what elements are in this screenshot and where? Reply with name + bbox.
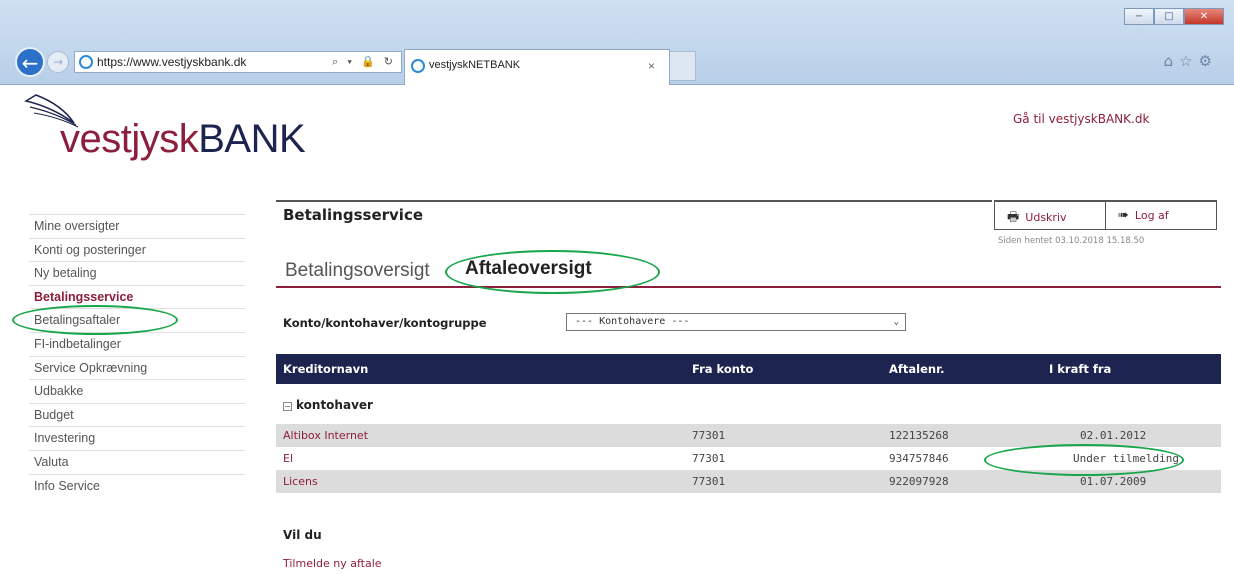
browser-chrome: − □ ✕ ← → https://www.vestjyskbank.dk ⌕ … [0,0,1234,85]
header-fra-konto[interactable]: Fra konto [692,354,889,384]
forward-button[interactable]: → [47,51,69,73]
title-divider [276,200,992,202]
sidebar-item-betalingsservice[interactable]: Betalingsservice [29,284,245,309]
table-row: El 77301 934757846 Under tilmelding [276,447,1221,470]
filter-selected-value: --- Kontohavere --- [575,316,690,327]
tab-divider [276,286,1221,288]
chevron-down-icon: ⌄ [893,317,899,327]
new-agreement-link[interactable]: Tilmelde ny aftale [283,557,382,570]
creditor-link[interactable]: El [276,447,692,470]
sidebar-item-service-opkraevning[interactable]: Service Opkrævning [29,355,245,380]
printer-icon: 🖶 [1007,210,1020,225]
page-title: Betalingsservice [283,206,424,224]
minimize-button[interactable]: − [1124,8,1154,25]
logout-label: Log af [1134,209,1169,222]
print-button[interactable]: 🖶 Udskriv [995,202,1106,229]
agreement-number: 122135268 [889,429,949,442]
sidebar-item-fi-indbetalinger[interactable]: FI-indbetalinger [29,331,245,356]
ie-tab-icon [411,59,425,73]
filter-label: Konto/kontohaver/kontogruppe [283,316,487,330]
arrow-right-icon: → [52,55,64,69]
from-account: 77301 [692,475,726,488]
vil-du-heading: Vil du [283,528,322,542]
sidebar-item-info-service[interactable]: Info Service [29,473,245,498]
address-bar[interactable]: https://www.vestjyskbank.dk ⌕ ▾ 🔒 ↻ [74,51,402,73]
sidebar-nav: Mine oversigter Konti og posteringer Ny … [29,214,245,497]
ie-page-icon [79,55,93,69]
sidebar-item-valuta[interactable]: Valuta [29,449,245,474]
browser-tool-icons[interactable]: ⌂☆⚙ [1164,52,1218,70]
agreement-number: 922097928 [889,475,949,488]
sidebar-item-betalingsaftaler[interactable]: Betalingsaftaler [29,308,245,332]
collapse-icon[interactable]: − [283,402,292,411]
from-account: 77301 [692,429,726,442]
back-button[interactable]: ← [15,47,45,77]
agreement-number: 934757846 [889,452,949,465]
maximize-button[interactable]: □ [1154,8,1184,25]
header-i-kraft-fra[interactable]: I kraft fra [1049,354,1221,384]
tab-betalingsoversigt[interactable]: Betalingsoversigt [285,260,430,282]
agreements-table: Kreditornavn Fra konto Aftalenr. I kraft… [276,354,1221,493]
sidebar-item-konti[interactable]: Konti og posteringer [29,237,245,262]
effective-date: Under tilmelding [1073,452,1179,465]
address-tools-icons[interactable]: ⌕ ▾ 🔒 ↻ [332,52,396,72]
from-account: 77301 [692,452,726,465]
sidebar-item-mine-oversigter[interactable]: Mine oversigter [29,214,245,238]
group-label: kontohaver [296,398,373,412]
browser-tab[interactable]: vestjyskNETBANK × [404,49,670,85]
tab-aftaleoversigt[interactable]: Aftaleoversigt [465,258,592,280]
address-url[interactable]: https://www.vestjyskbank.dk [97,55,246,69]
close-window-button[interactable]: ✕ [1184,8,1224,25]
header-kreditornavn[interactable]: Kreditornavn [276,354,692,384]
effective-date: 02.01.2012 [1080,429,1147,442]
goto-website-link[interactable]: Gå til vestjyskBANK.dk [1013,112,1149,126]
account-filter-select[interactable]: --- Kontohavere --- ⌄ [566,313,906,331]
logout-arrow-icon: ➠ [1118,208,1129,223]
arrow-left-icon: ← [21,51,39,75]
sidebar-item-budget[interactable]: Budget [29,402,245,427]
bank-logo[interactable]: vestjyskBANK [22,93,352,163]
table-row: Licens 77301 922097928 01.07.2009 [276,470,1221,493]
table-row: Altibox Internet 77301 122135268 02.01.2… [276,424,1221,447]
fetched-timestamp: Siden hentet 03.10.2018 15.18.50 [998,236,1145,246]
sidebar-item-udbakke[interactable]: Udbakke [29,379,245,403]
new-tab-button[interactable] [670,51,696,81]
print-label: Udskriv [1025,211,1067,224]
creditor-link[interactable]: Licens [276,470,692,493]
group-row[interactable]: − kontohaver [276,384,1221,424]
close-tab-icon[interactable]: × [648,59,655,73]
sidebar-item-ny-betaling[interactable]: Ny betaling [29,261,245,285]
effective-date: 01.07.2009 [1080,475,1147,488]
tab-title: vestjyskNETBANK [429,59,521,71]
logo-text: vestjyskBANK [60,117,306,161]
page-actions: 🖶 Udskriv ➠ Log af [994,200,1217,230]
window-controls: − □ ✕ [1124,8,1224,25]
creditor-link[interactable]: Altibox Internet [276,424,692,447]
table-header: Kreditornavn Fra konto Aftalenr. I kraft… [276,354,1221,384]
logout-button[interactable]: ➠ Log af [1106,202,1216,229]
header-aftalenr[interactable]: Aftalenr. [889,354,1049,384]
sidebar-item-investering[interactable]: Investering [29,426,245,450]
